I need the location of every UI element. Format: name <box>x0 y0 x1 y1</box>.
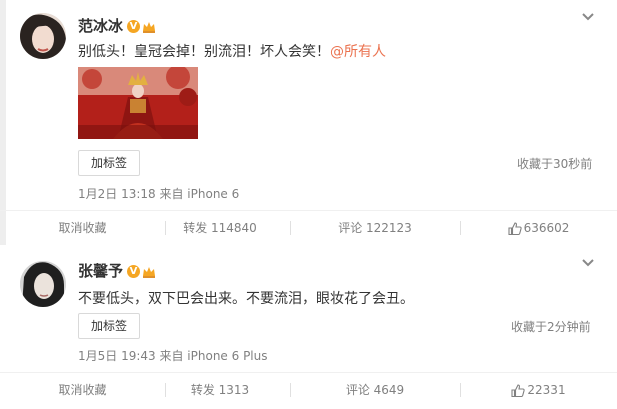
thumbs-up-icon <box>508 222 522 235</box>
author-name[interactable]: 范冰冰 V <box>78 15 156 36</box>
thumbs-up-icon <box>511 384 526 397</box>
like-count: 636602 <box>523 221 570 235</box>
repost-button[interactable]: 转发 114840 <box>165 210 275 246</box>
like-count: 22331 <box>527 383 566 397</box>
post-text: 别低头！皇冠会掉！别流泪！坏人会笑！@所有人 <box>78 44 386 60</box>
left-bar <box>0 0 6 245</box>
verified-icon: V <box>127 265 141 278</box>
saved-time: 收藏于30秒前 <box>517 157 593 171</box>
like-button[interactable]: 636602 <box>460 210 617 246</box>
post-card-1: 范冰冰 V 别低头！皇冠会掉！别流泪！坏人会笑！@所有人 加标签 收藏于30秒前 … <box>0 0 617 245</box>
action-bar: 取消收藏 转发 114840 评论 122123 636602 <box>0 210 617 246</box>
verified-icon: V <box>127 20 141 33</box>
crown-icon <box>143 266 156 278</box>
unfavorite-button[interactable]: 取消收藏 <box>0 210 165 246</box>
repost-button[interactable]: 转发 1313 <box>165 372 275 408</box>
like-button[interactable]: 22331 <box>460 372 617 408</box>
chevron-down-icon[interactable] <box>581 258 595 268</box>
comment-button[interactable]: 评论 4649 <box>290 372 460 408</box>
post-text: 不要低头，双下巴会出来。不要流泪，眼妆花了会丑。 <box>78 291 414 307</box>
crown-icon <box>143 21 156 33</box>
post-meta[interactable]: 1月5日 19:43 来自 iPhone 6 Plus <box>78 347 268 364</box>
saved-time: 收藏于2分钟前 <box>511 320 591 334</box>
mention-link[interactable]: @所有人 <box>330 44 386 60</box>
post-meta[interactable]: 1月2日 13:18 来自 iPhone 6 <box>78 185 239 202</box>
add-tag-button[interactable]: 加标签 <box>78 313 140 339</box>
unfavorite-button[interactable]: 取消收藏 <box>0 372 165 408</box>
avatar[interactable] <box>20 261 66 307</box>
action-bar: 取消收藏 转发 1313 评论 4649 22331 <box>0 372 617 408</box>
author-name[interactable]: 张馨予 V <box>78 260 156 281</box>
post-image[interactable] <box>78 67 198 139</box>
comment-button[interactable]: 评论 122123 <box>290 210 460 246</box>
add-tag-button[interactable]: 加标签 <box>78 150 140 176</box>
chevron-down-icon[interactable] <box>581 12 595 22</box>
avatar[interactable] <box>20 13 66 59</box>
post-card-2: 张馨予 V 不要低头，双下巴会出来。不要流泪，眼妆花了会丑。 加标签 收藏于2分钟… <box>0 250 617 409</box>
